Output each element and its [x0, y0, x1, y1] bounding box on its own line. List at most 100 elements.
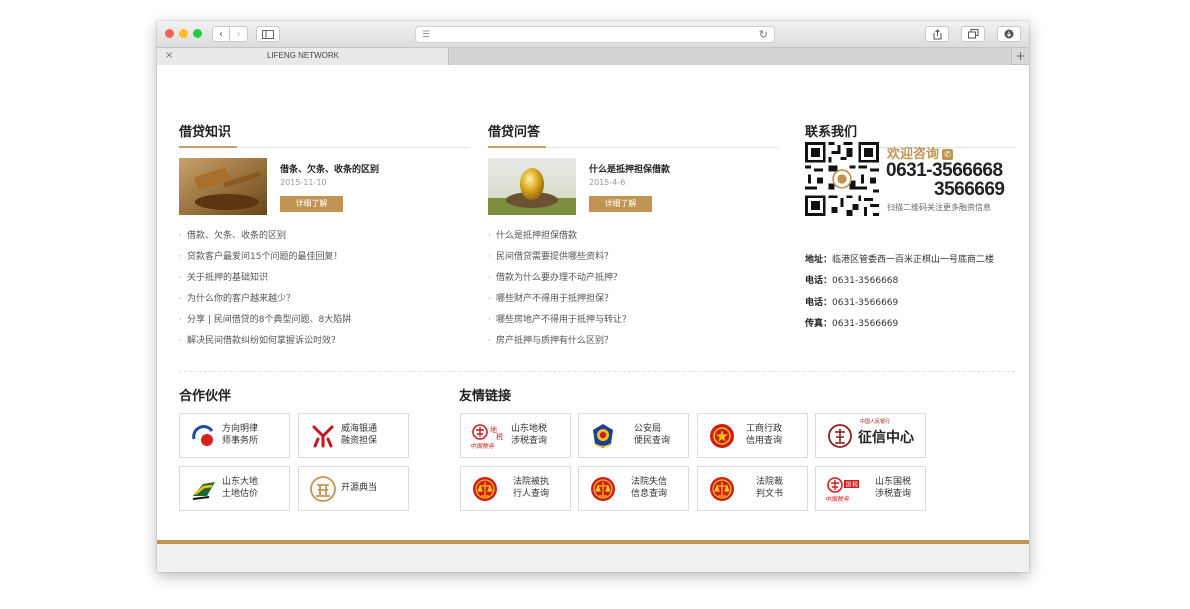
list-item[interactable]: 贷款客户最爱问15个问题的最佳回复！	[179, 251, 351, 272]
qa-more-button[interactable]: 详细了解	[589, 196, 652, 212]
share-icon	[933, 28, 941, 39]
tab-title: LIFENG NETWORK	[266, 51, 339, 60]
court-emblem-icon	[591, 477, 615, 501]
contact-label: 地址：	[805, 255, 833, 265]
qa-featured-title[interactable]: 什么是抵押担保借款	[589, 162, 670, 175]
link-name: 公安局 便民查询	[634, 423, 670, 447]
list-item[interactable]: 借款、欠条、收条的区别	[179, 230, 351, 251]
partners-title: 合作伙伴	[179, 389, 232, 404]
partner-fangxiang[interactable]: 方向明律 师事务所	[179, 413, 290, 458]
address-bar[interactable]: ☰ ↻	[415, 26, 775, 43]
link-court-shixin[interactable]: 法院失信 信息查询	[578, 466, 689, 511]
name-line: 法院失信	[631, 477, 668, 487]
nav-buttons: ‹ ›	[212, 26, 248, 42]
name-line: 方向明律	[222, 424, 259, 434]
name-line: 公安局	[634, 424, 662, 434]
list-item[interactable]: 什么是抵押担保借款	[488, 230, 631, 251]
page-content: 借贷知识 借条、欠条、收条的区别 2015-11-10 详细了解 借款、欠条、收…	[157, 66, 1029, 572]
reload-icon[interactable]: ↻	[759, 28, 768, 41]
minimize-window-icon[interactable]	[179, 29, 188, 38]
sidebar-icon	[262, 29, 274, 39]
link-name: 山东地税 涉税查询	[511, 423, 547, 447]
list-item[interactable]: 哪些房地产不得用于抵押与转让？	[488, 314, 631, 335]
reader-icon[interactable]: ☰	[422, 30, 430, 40]
link-court-beizhixing[interactable]: 法院被执 行人查询	[460, 466, 571, 511]
list-item[interactable]: 关于抵押的基础知识	[179, 272, 351, 293]
link-name: 工商行政 信用查询	[746, 423, 782, 447]
list-item[interactable]: 分享 | 民间借贷的8个典型问题、8大陷阱	[179, 314, 351, 335]
partner-weihai-yintong[interactable]: 威海银通 融资担保	[298, 413, 409, 458]
list-item[interactable]: 哪些财产不得用于抵押担保？	[488, 293, 631, 314]
partner-kaiyuan-diandang[interactable]: 开源典当	[298, 466, 409, 511]
name-line: 涉税查询	[511, 436, 548, 446]
name-line: 判文书	[756, 489, 784, 499]
yintong-logo-icon	[312, 425, 334, 448]
name-line: 信息查询	[631, 489, 668, 499]
tab-bar: × LIFENG NETWORK +	[157, 48, 1029, 65]
partner-name: 开源典当	[341, 482, 377, 494]
contact-label: 电话：	[805, 276, 833, 286]
link-gongan[interactable]: 公安局 便民查询	[578, 413, 689, 458]
name-line: 土地估价	[222, 489, 259, 499]
qa-featured-date: 2015-4-6	[589, 178, 626, 187]
knowledge-title-line	[179, 146, 470, 148]
kaiyuan-logo-icon	[310, 476, 336, 502]
chevron-right-icon: ›	[236, 28, 241, 40]
sidebar-toggle-button[interactable]	[256, 26, 280, 42]
maximize-window-icon[interactable]	[193, 29, 202, 38]
link-shandong-dishui[interactable]: 地 税 中国税务 山东地税 涉税查询	[460, 413, 571, 458]
name-line: 开源典当	[341, 483, 378, 493]
section-divider	[179, 371, 1015, 372]
list-item[interactable]: 解决民间借款纠纷如何掌握诉讼时效？	[179, 335, 351, 356]
link-court-caipan[interactable]: 法院裁 判文书	[697, 466, 808, 511]
forward-button[interactable]: ›	[230, 26, 248, 42]
downloads-button[interactable]	[997, 26, 1021, 42]
share-button[interactable]	[925, 26, 949, 42]
back-button[interactable]: ‹	[212, 26, 230, 42]
court-emblem-icon	[473, 477, 497, 501]
knowledge-featured-title[interactable]: 借条、欠条、收条的区别	[280, 162, 379, 175]
partner-shandong-dadi[interactable]: 山东大地 土地估价	[179, 466, 290, 511]
download-icon	[1004, 29, 1014, 39]
seal-zhongguo-text: 中国税务	[470, 442, 495, 450]
partner-name: 方向明律 师事务所	[222, 423, 258, 447]
knowledge-title: 借贷知识	[179, 125, 232, 140]
name-line: 山东大地	[222, 477, 259, 487]
title-bar: ‹ › ☰ ↻	[157, 21, 1029, 48]
qa-title-line	[488, 146, 779, 148]
state-tax-logo-icon: 国 税 中国税务	[825, 477, 859, 503]
name-line: 法院被执	[513, 477, 550, 487]
link-shandong-guoshui[interactable]: 国 税 中国税务 山东国税 涉税查询	[815, 466, 926, 511]
list-item[interactable]: 为什么你的客户越来越少？	[179, 293, 351, 314]
name-line: 山东地税	[511, 424, 548, 434]
link-zhengxin[interactable]: 中国人民银行 征信中心	[815, 413, 926, 458]
seal-guo-text: 国	[846, 482, 852, 489]
contact-value: 临港区管委西一百米正棋山一号底商二楼	[832, 255, 995, 265]
window-controls	[165, 29, 202, 38]
links-title: 友情链接	[459, 389, 512, 404]
tab-lifeng[interactable]: × LIFENG NETWORK	[157, 48, 449, 65]
link-gongshang[interactable]: 工商行政 信用查询	[697, 413, 808, 458]
name-line: 威海银通	[341, 424, 378, 434]
tabs-button[interactable]	[961, 26, 985, 42]
contact-value: 0631-3566669	[832, 319, 899, 329]
tab-empty-area	[450, 48, 1010, 65]
credit-center-name: 征信中心	[858, 430, 914, 446]
new-tab-button[interactable]: +	[1011, 48, 1029, 65]
name-line: 法院裁	[756, 477, 784, 487]
contact-label: 电话：	[805, 298, 833, 308]
list-item[interactable]: 借款为什么要办理不动产抵押？	[488, 272, 631, 293]
contact-phone-1: 电话：0631-3566668	[805, 273, 898, 286]
fangxiang-logo-icon	[192, 425, 214, 446]
golden-egg-thumbnail[interactable]	[488, 158, 576, 215]
footer	[157, 544, 1029, 572]
gavel-thumbnail[interactable]	[179, 158, 267, 215]
close-window-icon[interactable]	[165, 29, 174, 38]
chevron-left-icon: ‹	[219, 28, 223, 40]
list-item[interactable]: 房产抵押与质押有什么区别？	[488, 335, 631, 356]
knowledge-more-button[interactable]: 详细了解	[280, 196, 343, 212]
name-line: 工商行政	[746, 424, 783, 434]
credit-center-bank-text: 中国人民银行	[860, 419, 891, 425]
list-item[interactable]: 民间借贷需要提供哪些资料？	[488, 251, 631, 272]
hotline-secondary: 3566669	[934, 179, 1005, 200]
